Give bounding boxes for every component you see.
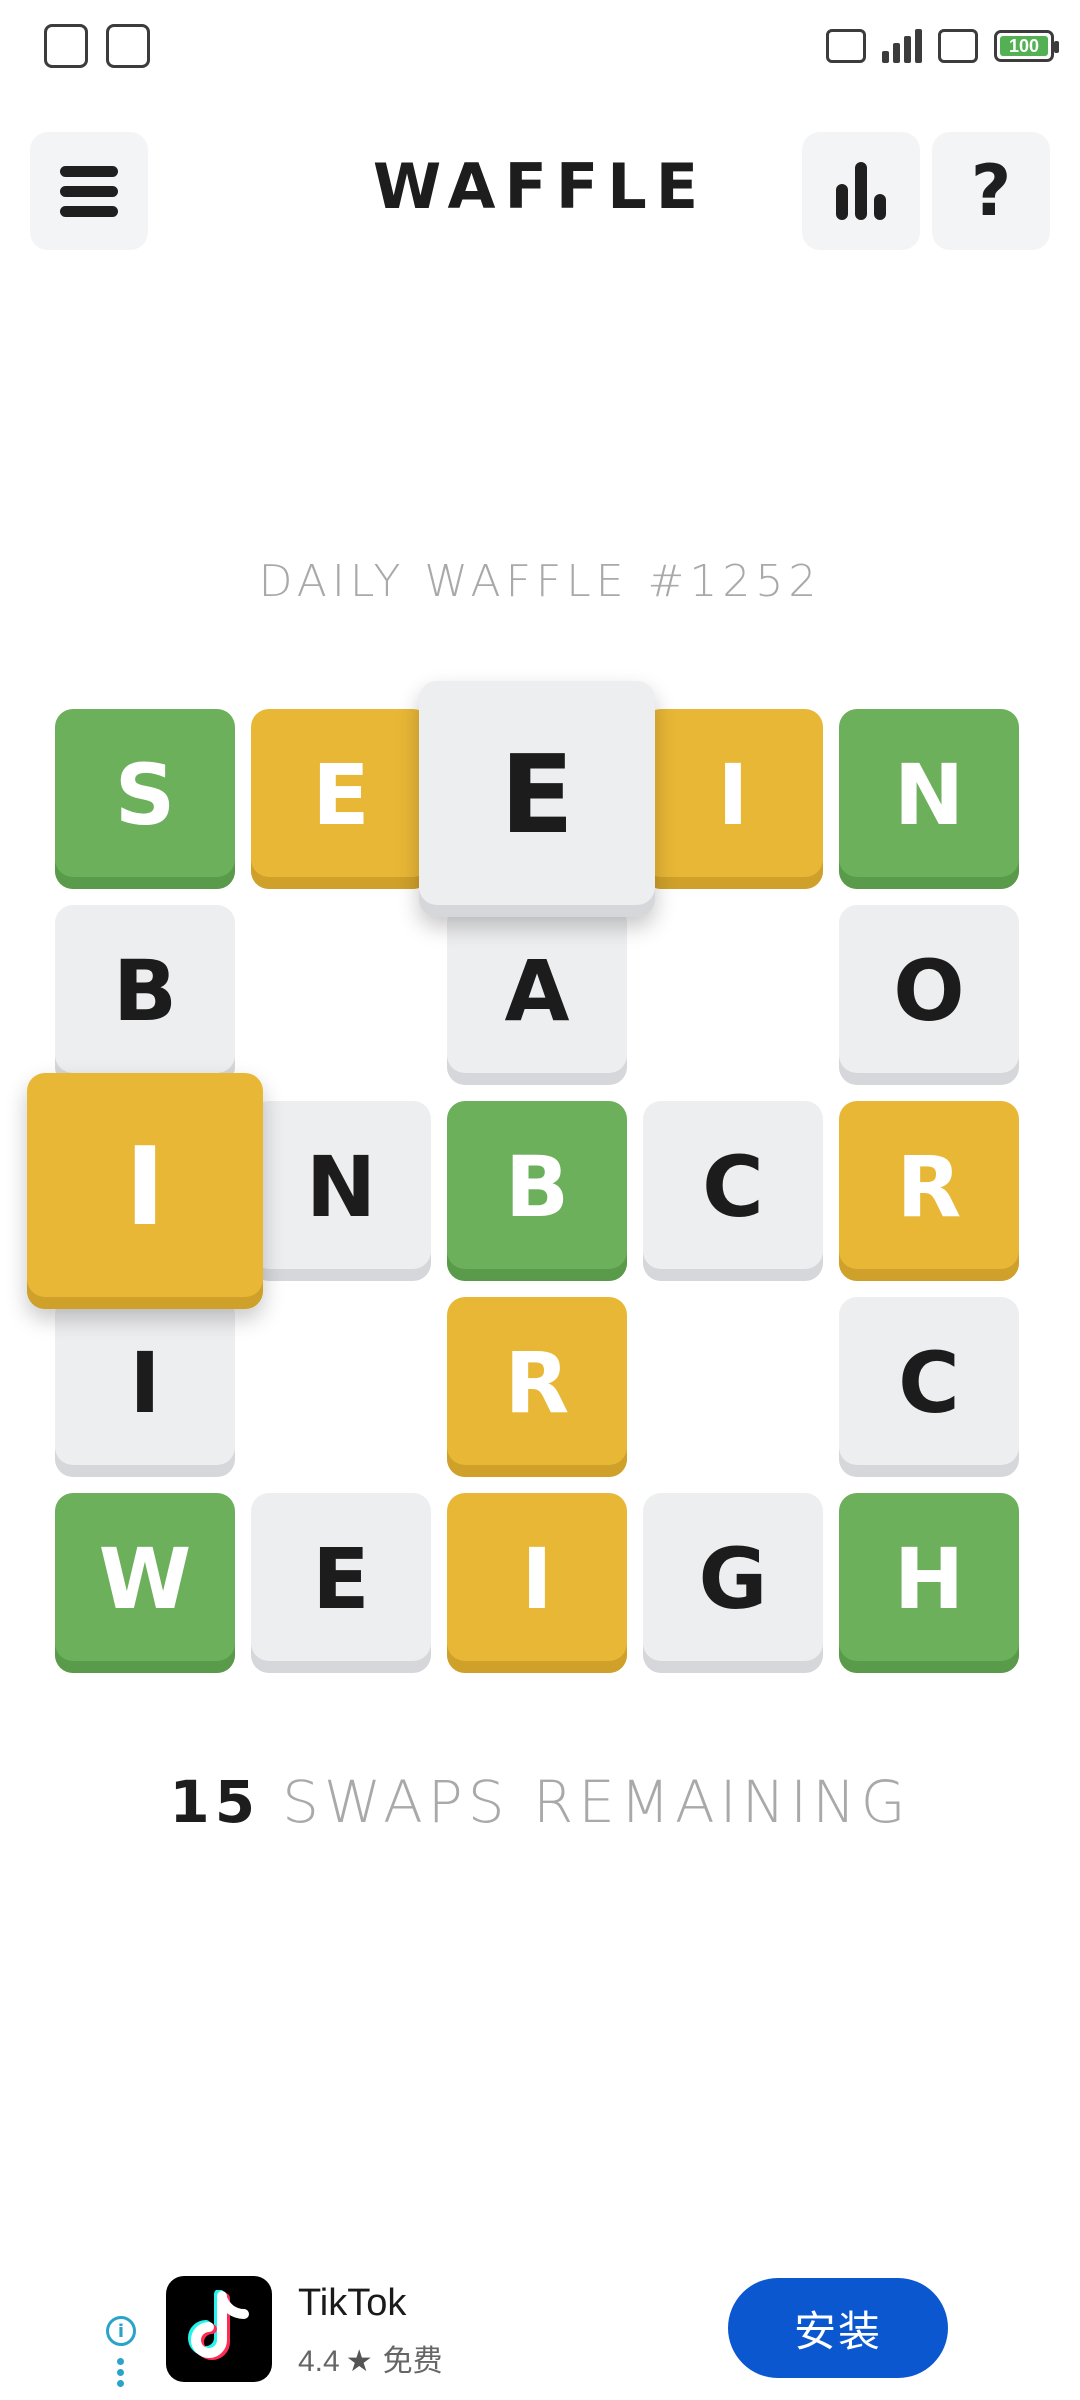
- tile-r4-c2[interactable]: I: [447, 1493, 627, 1673]
- notification-icon: [44, 24, 88, 68]
- status-bar: 100: [0, 0, 1080, 92]
- tile-letter: I: [717, 746, 749, 844]
- question-mark-icon: ?: [970, 150, 1012, 232]
- ad-app-name[interactable]: TikTok: [298, 2282, 406, 2325]
- tile-r4-c1[interactable]: E: [251, 1493, 431, 1673]
- tile-letter: R: [896, 1138, 962, 1236]
- ad-area: i TikTok 4.4 ★ 免费 安装: [0, 2262, 1080, 2400]
- tile-letter: I: [124, 1124, 166, 1250]
- tile-r2-c2[interactable]: B: [447, 1101, 627, 1281]
- more-options-icon[interactable]: [117, 2358, 124, 2387]
- battery-percent: 100: [1008, 35, 1040, 56]
- tile-r4-c4[interactable]: H: [839, 1493, 1019, 1673]
- tile-letter: B: [504, 1138, 570, 1236]
- tile-letter: C: [898, 1334, 960, 1432]
- info-icon[interactable]: i: [106, 2316, 136, 2346]
- tile-r0-c0[interactable]: S: [55, 709, 235, 889]
- puzzle-label: DAILY WAFFLE #1252: [258, 556, 822, 607]
- tile-r1-c2[interactable]: A: [447, 905, 627, 1085]
- tile-r0-c2[interactable]: E: [419, 681, 655, 917]
- ad-app-meta: 4.4 ★ 免费: [298, 2336, 443, 2380]
- menu-button[interactable]: [30, 132, 148, 250]
- tile-r4-c0[interactable]: W: [55, 1493, 235, 1673]
- status-right: 100: [826, 14, 1059, 78]
- swaps-counter: 15 SWAPS REMAINING: [0, 1768, 1080, 1836]
- tile-r0-c3[interactable]: I: [643, 709, 823, 889]
- tile-letter: I: [129, 1334, 161, 1432]
- tile-letter: H: [893, 1530, 965, 1628]
- tile-r2-c1[interactable]: N: [251, 1101, 431, 1281]
- tile-r0-c1[interactable]: E: [251, 709, 431, 889]
- install-button[interactable]: 安装: [728, 2278, 948, 2378]
- hamburger-menu-icon: [60, 165, 118, 217]
- tile-letter: N: [305, 1138, 377, 1236]
- vibrate-icon: [826, 29, 866, 63]
- tile-letter: O: [893, 942, 965, 1040]
- star-icon: ★: [345, 2345, 373, 2378]
- help-button[interactable]: ?: [932, 132, 1050, 250]
- tile-r4-c3[interactable]: G: [643, 1493, 823, 1673]
- battery-icon: 100: [994, 30, 1059, 62]
- tile-letter: E: [312, 1530, 370, 1628]
- tile-r1-c4[interactable]: O: [839, 905, 1019, 1085]
- tiktok-logo-icon[interactable]: [166, 2276, 272, 2382]
- tile-letter: E: [312, 746, 370, 844]
- swaps-count: 15: [169, 1768, 261, 1836]
- tile-letter: C: [702, 1138, 764, 1236]
- tile-letter: G: [698, 1530, 768, 1628]
- waffle-board: SEEINBAOINBCRIRCWEIGH: [0, 0, 1080, 2400]
- tile-r0-c4[interactable]: N: [839, 709, 1019, 889]
- swaps-label: SWAPS REMAINING: [282, 1768, 911, 1836]
- tile-r1-c0[interactable]: B: [55, 905, 235, 1085]
- app-title: WAFFLE: [372, 150, 708, 223]
- stats-button[interactable]: [802, 132, 920, 250]
- tile-letter: B: [112, 942, 178, 1040]
- tile-r2-c0[interactable]: I: [27, 1073, 263, 1309]
- tile-letter: I: [521, 1530, 553, 1628]
- notification-icon: [106, 24, 150, 68]
- ad-banner[interactable]: i TikTok 4.4 ★ 免费 安装: [100, 2262, 980, 2400]
- tile-r3-c2[interactable]: R: [447, 1297, 627, 1477]
- tile-letter: E: [500, 732, 574, 858]
- tile-r3-c0[interactable]: I: [55, 1297, 235, 1477]
- tile-r2-c3[interactable]: C: [643, 1101, 823, 1281]
- signal-icon: [882, 29, 922, 63]
- tile-letter: R: [504, 1334, 570, 1432]
- ad-rating: 4.4: [298, 2345, 340, 2378]
- tile-letter: A: [504, 942, 570, 1040]
- tile-r2-c4[interactable]: R: [839, 1101, 1019, 1281]
- ad-price: 免费: [382, 2345, 443, 2378]
- tile-letter: W: [98, 1530, 192, 1628]
- tile-r3-c4[interactable]: C: [839, 1297, 1019, 1477]
- tile-letter: N: [893, 746, 965, 844]
- wifi-icon: [938, 29, 978, 63]
- bar-chart-icon: [836, 162, 886, 220]
- tile-letter: S: [114, 746, 176, 844]
- status-left: [26, 14, 150, 78]
